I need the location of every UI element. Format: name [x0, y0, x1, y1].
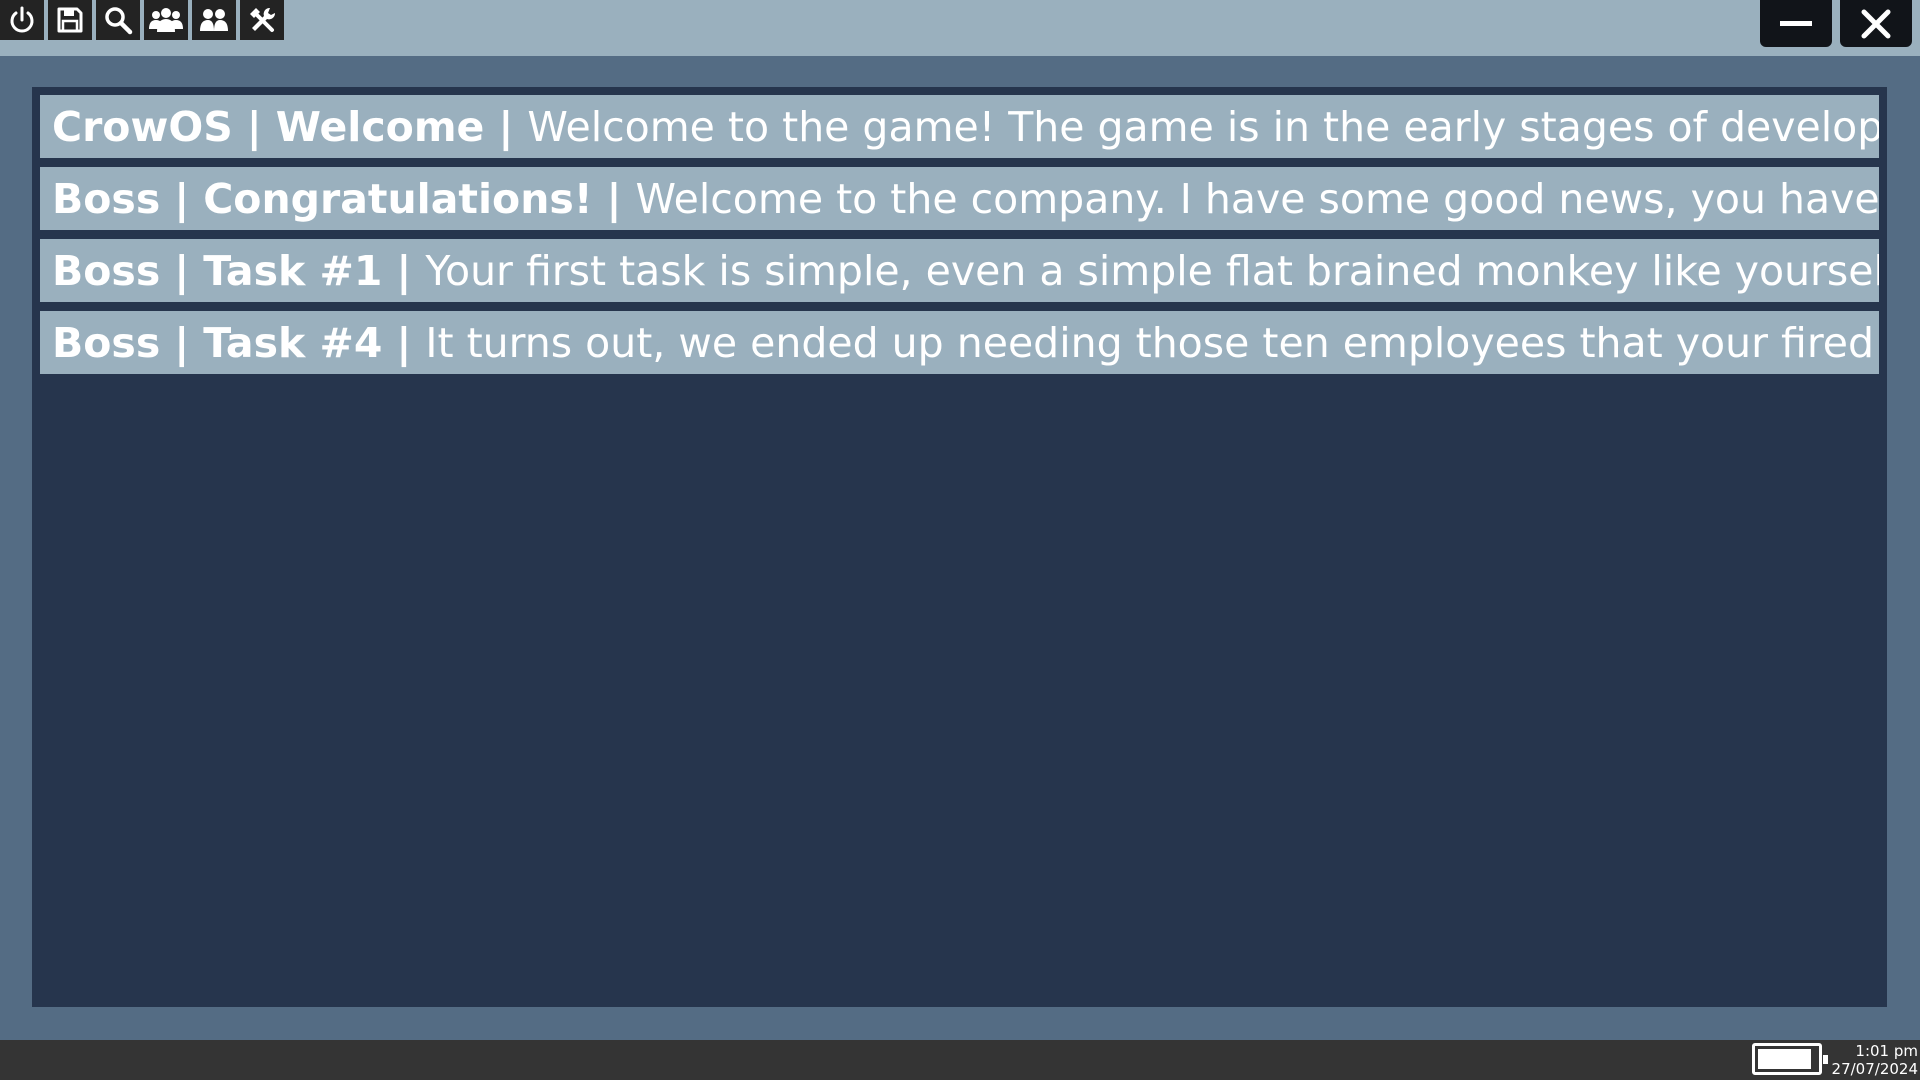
- mail-preview: It turns out, we ended up needing those …: [425, 318, 1879, 367]
- mail-subject: Task #4: [203, 318, 383, 367]
- group-icon: [149, 8, 183, 32]
- battery-level: [1758, 1049, 1811, 1069]
- mail-sender: CrowOS: [52, 102, 233, 151]
- taskbar-search-button[interactable]: [96, 0, 140, 40]
- mail-item[interactable]: CrowOS | Welcome | Welcome to the game! …: [40, 95, 1879, 158]
- mail-item[interactable]: Boss | Congratulations! | Welcome to the…: [40, 167, 1879, 230]
- search-icon: [105, 7, 133, 35]
- mail-item[interactable]: Boss | Task #1 | Your first task is simp…: [40, 239, 1879, 302]
- mail-separator: |: [396, 246, 412, 295]
- users-icon: [200, 9, 228, 31]
- mail-list: CrowOS | Welcome | Welcome to the game! …: [40, 95, 1879, 383]
- clock-time: 1:01 pm: [1855, 1042, 1918, 1060]
- mail-separator: |: [174, 174, 190, 223]
- mail-separator: |: [606, 174, 622, 223]
- clock: 1:01 pm 27/07/2024: [1822, 1042, 1918, 1078]
- mail-separator: |: [498, 102, 514, 151]
- mail-window: CrowOS | Welcome | Welcome to the game! …: [32, 87, 1887, 1007]
- close-icon: [1861, 9, 1891, 38]
- close-button[interactable]: [1840, 0, 1912, 47]
- mail-subject: Task #1: [203, 246, 383, 295]
- taskbar-power-button[interactable]: [0, 0, 44, 40]
- taskbar: [0, 1040, 1920, 1080]
- mail-item[interactable]: Boss | Task #4 | It turns out, we ended …: [40, 311, 1879, 374]
- mail-subject: Welcome: [275, 102, 485, 151]
- mail-sender: Boss: [52, 246, 161, 295]
- mail-preview: Welcome to the company. I have some good…: [635, 174, 1879, 223]
- minimize-icon: [1780, 20, 1812, 26]
- battery-indicator: [1752, 1043, 1828, 1075]
- mail-sender: Boss: [52, 174, 161, 223]
- clock-date: 27/07/2024: [1831, 1060, 1918, 1078]
- taskbar-users-button[interactable]: [192, 0, 236, 40]
- window-titlebar[interactable]: [0, 0, 1920, 56]
- power-icon: [10, 6, 34, 33]
- taskbar-group-button[interactable]: [144, 0, 188, 40]
- minimize-button[interactable]: [1760, 0, 1832, 47]
- taskbar-save-button[interactable]: [48, 0, 92, 40]
- taskbar-tools-button[interactable]: [240, 0, 284, 40]
- save-icon: [57, 7, 83, 33]
- mail-subject: Congratulations!: [203, 174, 593, 223]
- mail-separator: |: [174, 246, 190, 295]
- tools-icon: [250, 7, 276, 32]
- mail-preview: Your first task is simple, even a simple…: [425, 246, 1879, 295]
- mail-separator: |: [396, 318, 412, 367]
- mail-separator: |: [174, 318, 190, 367]
- mail-sender: Boss: [52, 318, 161, 367]
- mail-preview: Welcome to the game! The game is in the …: [527, 102, 1879, 151]
- mail-separator: |: [246, 102, 262, 151]
